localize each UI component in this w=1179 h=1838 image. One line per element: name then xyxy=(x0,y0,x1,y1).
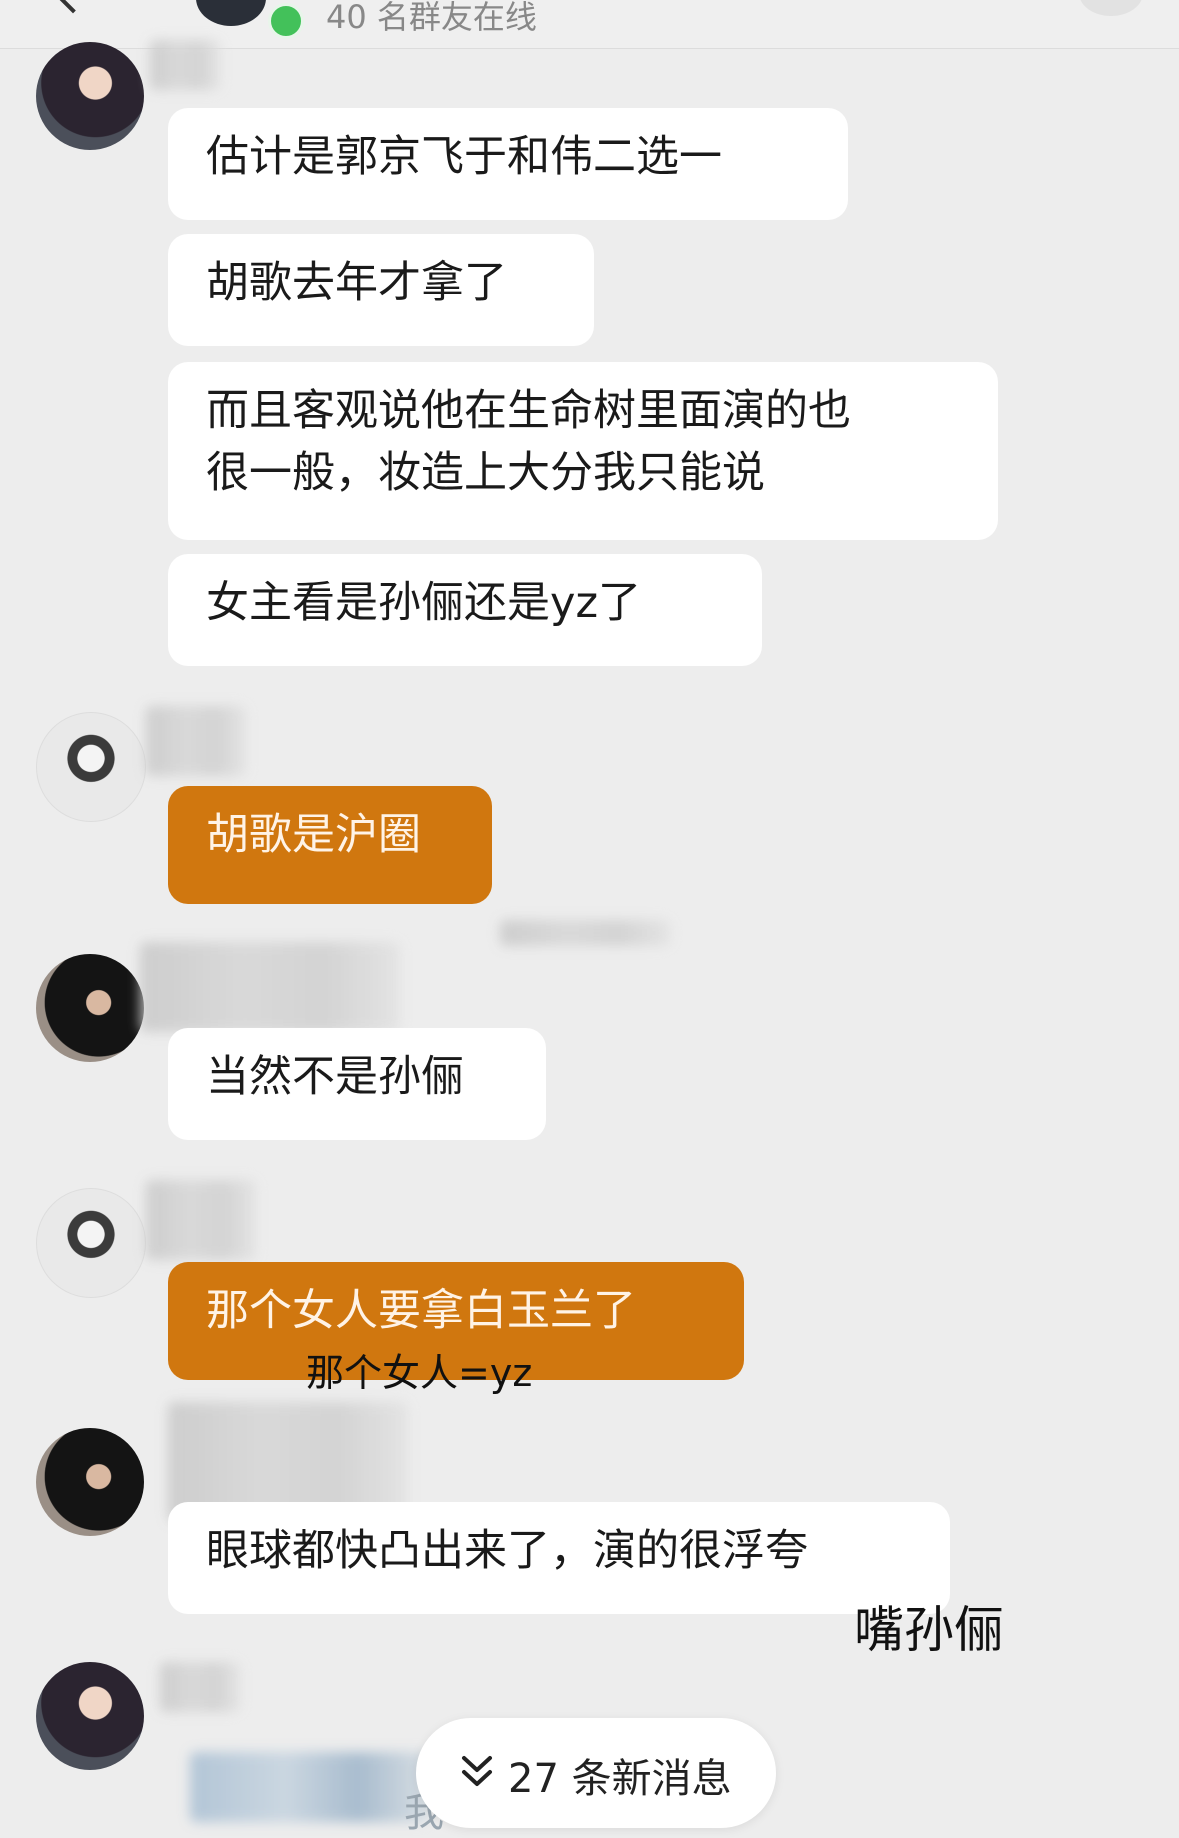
message-text-line: 而且客观说他在生命树里面演的也 xyxy=(206,386,851,436)
online-indicator-icon xyxy=(268,3,304,39)
message-bubble[interactable]: 胡歌是沪圈 xyxy=(168,786,492,904)
new-messages-label: 27 条新消息 xyxy=(508,1756,732,1802)
online-status-text: 40 名群友在线 xyxy=(326,0,537,36)
message-bubble[interactable]: 眼球都快凸出来了，演的很浮夸 xyxy=(168,1502,950,1614)
message-text-line: 很一般，妆造上大分我只能说 xyxy=(206,448,765,498)
new-messages-button[interactable]: 27 条新消息 xyxy=(416,1718,776,1828)
sender-name-blurred xyxy=(140,942,400,1032)
sender-avatar[interactable] xyxy=(36,712,146,822)
message-text: 女主看是孙俪还是yz了 xyxy=(206,578,642,628)
annotation-overlay-text: 嘴孙俪 xyxy=(854,1601,1004,1659)
message-text: 眼球都快凸出来了，演的很浮夸 xyxy=(206,1526,808,1576)
group-avatar[interactable] xyxy=(196,0,266,26)
message-text: 那个女人要拿白玉兰了 xyxy=(206,1286,636,1336)
sender-name-blurred xyxy=(146,1180,256,1260)
message-bubble[interactable]: 当然不是孙俪 xyxy=(168,1028,546,1140)
sender-avatar[interactable] xyxy=(36,954,144,1062)
sender-avatar[interactable] xyxy=(36,1188,146,1298)
sender-name-blurred xyxy=(150,40,220,90)
message-bubble[interactable]: 胡歌去年才拿了 xyxy=(168,234,594,346)
sender-avatar[interactable] xyxy=(36,42,144,150)
message-bubble[interactable]: 而且客观说他在生命树里面演的也 很一般，妆造上大分我只能说 xyxy=(168,362,998,540)
double-chevron-down-icon xyxy=(462,1756,492,1786)
sender-name-blurred xyxy=(160,1662,240,1712)
annotation-overlay-text: 那个女人=yz xyxy=(306,1351,533,1395)
sender-avatar[interactable] xyxy=(36,1428,144,1536)
watermark-blurred xyxy=(500,920,670,946)
sender-avatar[interactable] xyxy=(36,1662,144,1770)
message-text: 胡歌是沪圈 xyxy=(206,810,421,860)
message-text: 当然不是孙俪 xyxy=(206,1052,464,1102)
message-bubble[interactable]: 女主看是孙俪还是yz了 xyxy=(168,554,762,666)
message-blurred xyxy=(190,1752,430,1822)
sender-name-blurred xyxy=(146,706,246,776)
more-options-button[interactable] xyxy=(1079,0,1143,16)
message-bubble[interactable]: 估计是郭京飞于和伟二选一 xyxy=(168,108,848,220)
message-text: 估计是郭京飞于和伟二选一 xyxy=(206,132,722,182)
message-text: 胡歌去年才拿了 xyxy=(206,258,507,308)
back-icon[interactable] xyxy=(54,0,92,14)
